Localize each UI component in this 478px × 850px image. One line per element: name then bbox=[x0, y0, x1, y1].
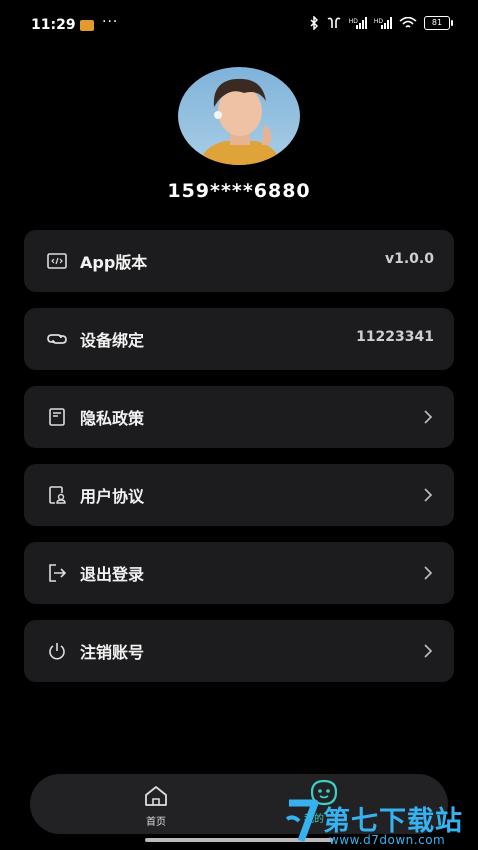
menu-label: 用户协议 bbox=[80, 487, 145, 506]
menu-label: 隐私政策 bbox=[80, 409, 145, 428]
nav-home-tab[interactable]: 首页 bbox=[138, 784, 174, 828]
menu-item-delete-account[interactable]: 注销账号 bbox=[24, 620, 454, 682]
status-bar: 11:29 ··· HD HD 81 bbox=[0, 0, 478, 48]
menu-item-user-agreement[interactable]: 用户协议 bbox=[24, 464, 454, 526]
bluetooth-icon bbox=[310, 16, 318, 30]
menu-item-logout[interactable]: 退出登录 bbox=[24, 542, 454, 604]
avatar[interactable] bbox=[178, 67, 300, 165]
logout-icon bbox=[49, 564, 67, 582]
menu-item-app-version[interactable]: App版本 v1.0.0 bbox=[24, 230, 454, 292]
menu-label: App版本 bbox=[80, 253, 148, 272]
more-icon: ··· bbox=[102, 14, 119, 30]
battery-icon: 81 bbox=[424, 16, 453, 30]
chevron-right-icon bbox=[424, 644, 433, 658]
chevron-right-icon bbox=[424, 410, 433, 424]
chevron-right-icon bbox=[424, 566, 433, 580]
hd-label: HD bbox=[348, 18, 358, 25]
status-time: 11:29 bbox=[31, 17, 76, 33]
menu-label: 退出登录 bbox=[80, 565, 145, 584]
watermark-url: www.d7down.com bbox=[329, 833, 446, 847]
link-icon bbox=[47, 334, 67, 344]
wifi-icon bbox=[399, 17, 417, 28]
earbuds-icon bbox=[327, 17, 341, 28]
home-icon bbox=[145, 786, 167, 806]
menu-label: 设备绑定 bbox=[80, 331, 145, 350]
menu-item-privacy-policy[interactable]: 隐私政策 bbox=[24, 386, 454, 448]
user-document-icon bbox=[49, 486, 66, 504]
user-phone: 159****6880 bbox=[167, 180, 311, 202]
document-icon bbox=[49, 408, 65, 426]
nav-home-label: 首页 bbox=[146, 817, 166, 828]
chevron-right-icon bbox=[424, 488, 433, 502]
menu-item-device-binding[interactable]: 设备绑定 11223341 bbox=[24, 308, 454, 370]
system-icons: HD HD 81 bbox=[309, 16, 453, 30]
code-icon bbox=[47, 253, 67, 269]
device-id-value: 11223341 bbox=[356, 329, 434, 345]
menu-label: 注销账号 bbox=[80, 643, 145, 662]
watermark-logo-icon bbox=[285, 799, 319, 843]
watermark: 第七下载站 www.d7down.com bbox=[285, 797, 475, 849]
app-badge-icon bbox=[80, 20, 94, 31]
app-version-value: v1.0.0 bbox=[385, 251, 434, 267]
power-icon bbox=[49, 643, 65, 660]
hd-label: HD bbox=[373, 18, 383, 25]
